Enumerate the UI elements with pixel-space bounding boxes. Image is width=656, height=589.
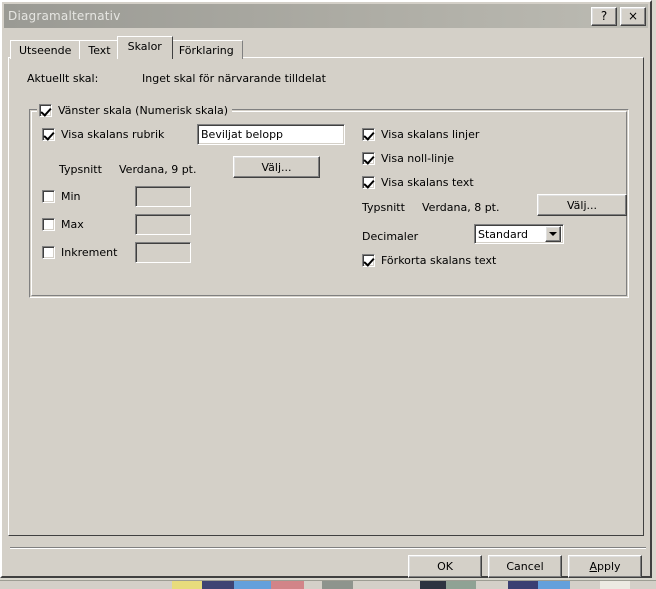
min-row[interactable]: Min xyxy=(42,190,81,203)
left-font-label: Typsnitt xyxy=(59,163,102,176)
taskbar-item[interactable] xyxy=(538,581,570,589)
taskbar-item[interactable] xyxy=(322,581,353,589)
max-label: Max xyxy=(61,218,84,231)
abbreviate-scale-text-checkbox[interactable] xyxy=(362,254,375,267)
decimals-label: Decimaler xyxy=(362,230,419,243)
tab-page-skalor: Aktuellt skal: Inget skal för närvarande… xyxy=(8,57,644,536)
taskbar[interactable] xyxy=(0,580,656,589)
min-input[interactable] xyxy=(135,186,191,207)
min-label: Min xyxy=(61,190,81,203)
decimals-combo-value: Standard xyxy=(478,227,529,241)
tab-skalor[interactable]: Skalor xyxy=(116,36,173,59)
show-scale-lines-checkbox[interactable] xyxy=(362,128,375,141)
show-zero-line-row[interactable]: Visa noll-linje xyxy=(362,152,454,165)
group-title[interactable]: Vänster skala (Numerisk skala) xyxy=(37,103,233,117)
current-scale-label: Aktuellt skal: xyxy=(27,72,99,85)
right-font-label: Typsnitt xyxy=(362,201,405,214)
increment-input[interactable] xyxy=(135,242,191,263)
taskbar-item[interactable] xyxy=(202,581,234,589)
show-scale-text-label: Visa skalans text xyxy=(381,176,474,189)
taskbar-item[interactable] xyxy=(446,581,476,589)
right-font-value: Verdana, 8 pt. xyxy=(422,201,500,214)
increment-label: Inkrement xyxy=(61,246,118,259)
cancel-button[interactable]: Cancel xyxy=(488,555,562,578)
apply-accel-letter: A xyxy=(589,560,597,573)
ok-button[interactable]: OK xyxy=(408,555,482,578)
taskbar-item[interactable] xyxy=(420,581,446,589)
max-checkbox[interactable] xyxy=(42,218,55,231)
close-button[interactable]: × xyxy=(620,6,646,26)
max-input[interactable] xyxy=(135,214,191,235)
left-font-choose-button[interactable]: Välj... xyxy=(233,156,320,178)
taskbar-item[interactable] xyxy=(172,581,202,589)
show-scale-text-checkbox[interactable] xyxy=(362,176,375,189)
chevron-down-icon[interactable] xyxy=(545,226,561,242)
tab-strip: Utseende Text Skalor Förklaring xyxy=(10,35,243,59)
dialog-window: Diagramalternativ ? × Utseende Text Skal… xyxy=(0,0,652,578)
tab-label: Utseende xyxy=(19,43,72,57)
apply-button[interactable]: Apply xyxy=(568,555,642,578)
decimals-combobox[interactable]: Standard xyxy=(474,224,564,244)
left-font-value: Verdana, 9 pt. xyxy=(119,163,197,176)
increment-row[interactable]: Inkrement xyxy=(42,246,117,259)
taskbar-item[interactable] xyxy=(508,581,538,589)
min-checkbox[interactable] xyxy=(42,190,55,203)
title-bar[interactable]: Diagramalternativ ? × xyxy=(4,4,648,28)
show-scale-lines-row[interactable]: Visa skalans linjer xyxy=(362,128,479,141)
show-zero-line-checkbox[interactable] xyxy=(362,152,375,165)
tab-label: Text xyxy=(88,43,111,57)
show-scale-title-checkbox[interactable] xyxy=(42,128,55,141)
show-scale-title-label: Visa skalans rubrik xyxy=(61,128,165,141)
taskbar-item[interactable] xyxy=(600,581,630,589)
help-button[interactable]: ? xyxy=(591,6,617,26)
taskbar-item[interactable] xyxy=(234,581,271,589)
taskbar-item[interactable] xyxy=(271,581,304,589)
show-zero-line-label: Visa noll-linje xyxy=(381,152,454,165)
current-scale-row: Aktuellt skal: Inget skal för närvarande… xyxy=(27,72,627,86)
button-separator xyxy=(10,547,646,549)
scale-title-input[interactable]: Beviljat belopp xyxy=(197,124,345,145)
show-scale-title-row[interactable]: Visa skalans rubrik xyxy=(42,128,164,141)
command-bar: OK Cancel Apply xyxy=(408,555,642,578)
tab-label: Skalor xyxy=(127,40,162,53)
increment-checkbox[interactable] xyxy=(42,246,55,259)
abbreviate-scale-text-row[interactable]: Förkorta skalans text xyxy=(362,254,496,267)
current-scale-value: Inget skal för närvarande tilldelat xyxy=(142,72,326,85)
max-row[interactable]: Max xyxy=(42,218,84,231)
tab-text[interactable]: Text xyxy=(79,40,120,59)
left-scale-enable-label: Vänster skala (Numerisk skala) xyxy=(58,103,229,117)
apply-rest-letters: pply xyxy=(597,560,621,573)
show-scale-text-row[interactable]: Visa skalans text xyxy=(362,176,474,189)
window-title: Diagramalternativ xyxy=(8,9,121,23)
tab-label: Förklaring xyxy=(178,43,234,57)
abbreviate-scale-text-label: Förkorta skalans text xyxy=(381,254,497,267)
left-scale-enable-checkbox[interactable] xyxy=(39,103,52,117)
show-scale-lines-label: Visa skalans linjer xyxy=(381,128,480,141)
tab-utseende[interactable]: Utseende xyxy=(10,40,81,59)
right-font-choose-button[interactable]: Välj... xyxy=(537,194,627,216)
tab-forklaring[interactable]: Förklaring xyxy=(169,40,243,59)
